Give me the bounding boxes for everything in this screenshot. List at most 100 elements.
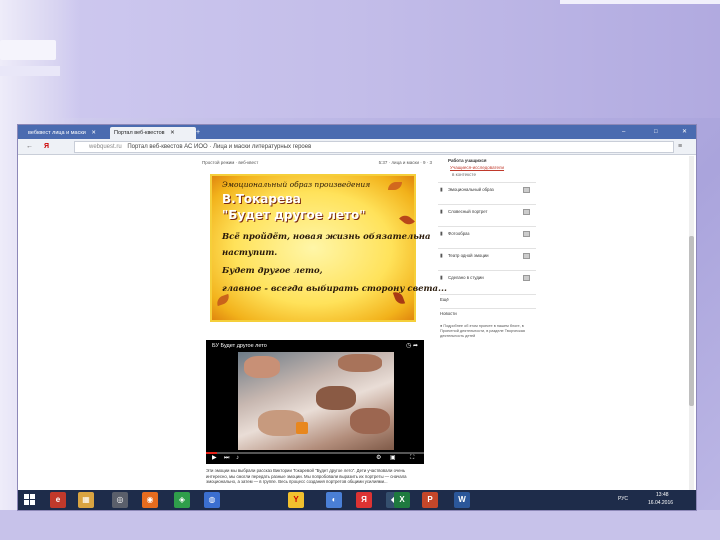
slide-left-bar-thin <box>0 66 60 76</box>
file-icon[interactable] <box>523 275 530 281</box>
scrollbar-thumb[interactable] <box>689 236 694 406</box>
volume-icon[interactable]: ♪ <box>236 454 239 462</box>
leaf-decoration <box>388 182 402 190</box>
video-caption: Эти эмоции мы выбрали рассказ Виктории Т… <box>206 468 407 484</box>
video-frame[interactable] <box>238 352 394 450</box>
hand-shape <box>316 386 356 410</box>
next-icon[interactable]: ⏭ <box>224 454 229 462</box>
tab-bar: вебквест лица и маски ✕ Портал веб-квест… <box>18 125 696 139</box>
emotion-slide-image: Эмоциональный образ произведения В.Токар… <box>210 174 447 322</box>
taskbar-app-icon[interactable]: ◈ <box>174 492 190 508</box>
right-sidebar: Работа учащихся Учащиеся-исследователи в… <box>438 156 538 490</box>
expand-icon[interactable]: ▮ <box>440 249 443 263</box>
slide-accent-line <box>560 0 720 4</box>
leaf-decoration <box>215 293 231 307</box>
start-button[interactable] <box>24 494 36 506</box>
expand-icon[interactable]: ▮ <box>440 227 443 241</box>
yandex-icon[interactable]: Я <box>44 142 49 152</box>
toolbar-right[interactable]: 5:37 · лица и маски · 9 · 3 <box>379 158 432 168</box>
minimize-button[interactable]: – <box>622 126 625 138</box>
taskbar: e ▦ ◎ ◉ ◈ ◍ Y ◐ Я ◆ X P W РУС 13:48 16.0… <box>18 490 696 510</box>
taskbar-app-icon[interactable]: ▦ <box>78 492 94 508</box>
sidebar-item-label: Фотообраз <box>448 231 470 236</box>
windows-logo-pane <box>30 500 35 505</box>
hand-shape <box>338 354 382 372</box>
sidebar-item-label: Театр одной эмоции <box>448 253 489 258</box>
taskbar-app-icon[interactable]: ◐ <box>326 492 342 508</box>
toolbar-left: Простой режим · веб-квест <box>202 160 259 165</box>
expand-icon[interactable]: ▮ <box>440 271 443 285</box>
paper-cutout <box>296 422 308 434</box>
expand-icon[interactable]: ▮ <box>440 205 443 219</box>
play-icon[interactable]: ▶ <box>212 454 217 462</box>
slide-heading: Эмоциональный образ произведения <box>222 180 371 189</box>
slide-title: "Будет другое лето" <box>222 208 366 222</box>
sidebar-item-studio[interactable]: ▮ Сделано в студии <box>438 270 536 285</box>
video-header-icons: ◷ ➦ <box>406 342 418 349</box>
fullscreen-icon[interactable]: ⛶ <box>410 454 414 462</box>
slide-left-bar <box>0 40 56 60</box>
page-toolbar: Простой режим · веб-квест 5:37 · лица и … <box>202 158 432 168</box>
tray-language[interactable]: РУС <box>618 496 628 503</box>
taskbar-app-icon[interactable]: ◉ <box>142 492 158 508</box>
sidebar-item-emotion[interactable]: ▮ Эмоциональный образ <box>438 182 536 197</box>
tab-webquest[interactable]: вебквест лица и маски ✕ <box>24 127 110 139</box>
page-title: Портал веб-квестов АС ИОО · Лица и маски… <box>127 144 312 150</box>
scrollbar[interactable] <box>689 156 694 490</box>
tray-time[interactable]: 13:48 <box>656 492 669 499</box>
address-bar: ← Я webquest.ru Портал веб-квестов АС ИО… <box>18 139 696 155</box>
url-field[interactable]: webquest.ru Портал веб-квестов АС ИОО · … <box>74 141 674 153</box>
sidebar-more-link[interactable]: Ещё <box>440 294 536 306</box>
taskbar-app-icon[interactable]: W <box>454 492 470 508</box>
slide-quote-line: Будет другое лето, <box>222 266 323 276</box>
sidebar-item-label: Эмоциональный образ <box>448 187 494 192</box>
close-icon[interactable]: ✕ <box>91 130 96 136</box>
youtube-logo[interactable]: ▣ <box>390 454 396 462</box>
slide-bottom-band <box>0 510 720 540</box>
hand-shape <box>350 408 390 434</box>
tab-label: вебквест лица и маски <box>28 130 86 136</box>
sidebar-link[interactable]: Учащиеся-исследователи <box>438 165 536 171</box>
file-icon[interactable] <box>523 209 530 215</box>
page-content: Простой режим · веб-квест 5:37 · лица и … <box>18 156 696 490</box>
maximize-button[interactable]: □ <box>654 126 658 138</box>
tab-portal[interactable]: Портал веб-квестов ✕ <box>110 127 196 139</box>
clock-icon[interactable]: ◷ <box>406 343 411 349</box>
close-icon[interactable]: ✕ <box>170 130 175 136</box>
menu-icon[interactable]: ≡ <box>678 142 682 152</box>
sidebar-item-portrait[interactable]: ▮ Словесный портрет <box>438 204 536 219</box>
sidebar-item-label: Сделано в студии <box>448 275 484 280</box>
file-icon[interactable] <box>523 253 530 259</box>
plus-icon[interactable]: + <box>196 127 200 139</box>
sidebar-news-link[interactable]: Новости <box>440 308 536 320</box>
taskbar-app-icon[interactable]: ◍ <box>204 492 220 508</box>
taskbar-app-icon[interactable]: X <box>394 492 410 508</box>
windows-logo-pane <box>24 500 29 505</box>
sidebar-item-theatre[interactable]: ▮ Театр одной эмоции <box>438 248 536 263</box>
sidebar-sub: в контексте <box>452 172 476 177</box>
slide-quote-line: наступит. <box>222 248 278 258</box>
sidebar-note: ● Подробнее об этом проекте в нашем блог… <box>440 324 525 338</box>
sidebar-item-photo[interactable]: ▮ Фотообраз <box>438 226 536 241</box>
share-icon[interactable]: ➦ <box>413 343 418 349</box>
video-controls: ▶ ⏭ ♪ ⚙ ▣ ⛶ <box>206 452 424 464</box>
expand-icon[interactable]: ▮ <box>440 183 443 197</box>
hand-shape <box>244 356 280 378</box>
slide-author: В.Токарева <box>222 192 301 206</box>
taskbar-app-icon[interactable]: ◎ <box>112 492 128 508</box>
slide-background-band <box>0 0 720 118</box>
tray-date[interactable]: 16.04.2016 <box>648 500 673 507</box>
taskbar-app-icon[interactable]: P <box>422 492 438 508</box>
taskbar-app-icon[interactable]: Я <box>356 492 372 508</box>
close-window-button[interactable]: ✕ <box>682 126 687 138</box>
windows-logo-pane <box>24 494 29 499</box>
file-icon[interactable] <box>523 187 530 193</box>
settings-icon[interactable]: ⚙ <box>376 454 381 462</box>
main-column: Простой режим · веб-квест 5:37 · лица и … <box>202 156 447 490</box>
taskbar-app-icon[interactable]: Y <box>288 492 304 508</box>
file-icon[interactable] <box>523 231 530 237</box>
taskbar-app-icon[interactable]: e <box>50 492 66 508</box>
back-icon[interactable]: ← <box>26 142 33 152</box>
video-title[interactable]: БУ Будет другое лето <box>212 343 267 349</box>
video-player[interactable]: БУ Будет другое лето ◷ ➦ ▶ ⏭ ♪ ⚙ ▣ ⛶ <box>206 340 424 464</box>
